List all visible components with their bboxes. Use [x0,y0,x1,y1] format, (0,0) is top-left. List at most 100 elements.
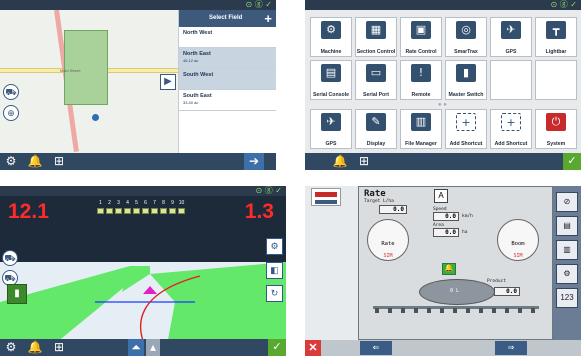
status-bar: ⊙ ⓖ ✓ [0,186,286,196]
master-switch-icon: ▮ [456,64,476,82]
tile-lightbar[interactable]: ┳ Lightbar [535,17,577,57]
rate-left-value: 12.1 [8,200,49,223]
alarm-bell-icon[interactable]: 🔔 [26,153,44,170]
camera-view-icon[interactable]: ◧ [266,262,283,279]
target-label: Target L/ha [364,199,394,204]
select-arrow-button[interactable]: ▶ [160,74,176,90]
status-icons: ⊙ ⓖ ✓ [255,186,283,195]
satellite-icon: ✈ [501,21,521,39]
tile-gps-shortcut[interactable]: ✈ GPS [310,109,352,149]
spray-tank: 0 L [419,279,495,305]
tile-display[interactable]: ✎ Display [355,109,397,149]
section-number: 4 [126,200,129,206]
product-label: Product [487,279,506,284]
numeric-entry-button[interactable]: 123 [556,288,578,308]
gauge-name: Rate [381,241,395,247]
sensor-fault-icon[interactable]: ⊘ [556,192,578,212]
guidance-sky [0,186,286,262]
prev-page-button[interactable]: ⇐ [360,341,392,355]
tile-rate-control[interactable]: ▣ Rate Control [400,17,442,57]
tile-smartrax[interactable]: ◎ SmarTrax [445,17,487,57]
field-item-south-east[interactable]: South East 33.40 ac [179,90,276,111]
vehicle-close-icon[interactable]: ⛟ [2,250,18,266]
section-box [160,208,167,214]
speed-value: 0.0 [433,212,459,221]
status-icons: ⊙ ⓖ ✓ [550,0,578,9]
boom-select-icon[interactable]: ▥ [556,240,578,260]
implement-icon[interactable]: ⊞ [50,153,68,170]
add-icon: + [501,113,521,131]
section-box [106,208,113,214]
section-8: 8 [159,200,168,216]
tile-label: Display [366,141,386,147]
field-list-header: Select Field + [179,10,276,27]
section-7: 7 [150,200,159,216]
collapse-icon[interactable]: ▴ [146,339,160,356]
field-map[interactable]: Main Street ⛟ ⊕ [0,10,178,153]
implement-icon[interactable]: ⊞ [355,153,373,170]
add-field-icon[interactable]: + [264,10,272,27]
next-arrow-button[interactable]: ➔ [244,153,264,170]
tile-empty [490,60,532,100]
page-indicator: ● ● [438,102,447,108]
confirm-check-button[interactable]: ✓ [268,339,286,356]
confirm-check-button[interactable]: ✓ [563,153,581,170]
location-pin-icon [92,114,99,121]
section-box [151,208,158,214]
auto-manual-icon[interactable]: A [434,189,448,203]
center-location-icon[interactable]: ⊕ [3,105,19,121]
section-box [115,208,122,214]
alarm-bell-icon[interactable]: 🔔 [331,153,349,170]
tile-remote-support[interactable]: ! Remote Support [400,60,442,116]
section-4: 4 [123,200,132,216]
tile-add-shortcut[interactable]: + Add Shortcut [445,109,487,149]
tile-file-manager[interactable]: ▥ File Manager [400,109,442,149]
tile-serial-port[interactable]: ▭ Serial Port [355,60,397,100]
next-page-button[interactable]: ⇒ [495,341,527,355]
tile-machine[interactable]: ⚙ Machine [310,17,352,57]
alarm-bell-icon[interactable]: 🔔 [26,339,44,356]
rotate-view-icon[interactable]: ↻ [266,285,283,302]
steer-up-icon[interactable]: ⏶ [128,339,144,356]
tank-value: 0 [450,288,454,294]
section-box [142,208,149,214]
nozzle-icon [401,308,405,313]
section-settings-icon[interactable]: ⚙ [266,238,283,255]
section-number: 1 [99,200,102,206]
implement-icon[interactable] [311,188,341,206]
alarm-bell-icon[interactable]: 🔔 [442,263,456,275]
product-select-icon[interactable]: ▤ [556,216,578,236]
implement-icon[interactable]: ⊞ [50,339,68,356]
settings-gear-icon[interactable]: ⚙ [2,153,20,170]
field-item-north-west[interactable]: North West [179,27,276,48]
tile-serial-console[interactable]: ▤ Serial Console [310,60,352,100]
section-number: 2 [108,200,111,206]
field-item-north-east[interactable]: North East 46.12 ac [179,48,276,69]
vehicle-marker-icon [143,286,157,294]
field-item-south-west[interactable]: South West [179,69,276,90]
settings-gear-icon[interactable]: ⚙ [556,264,578,284]
tile-master-switch[interactable]: ▮ Master Switch [445,60,487,100]
section-5: 5 [132,200,141,216]
implement-bar [315,192,337,197]
field-item-area: 33.40 ac [183,100,199,105]
close-icon[interactable]: ✕ [305,340,321,356]
section-number: 10 [178,200,185,206]
bottom-toolbar: 🔔 ⊞ ✓ [305,153,581,170]
tile-section-control[interactable]: ▦ Section Control [355,17,397,57]
serial-port-icon: ▭ [366,64,386,82]
vehicle-icon[interactable]: ⛟ [3,84,19,100]
target-value[interactable]: 0.0 [379,205,407,214]
tile-label: Lightbar [545,49,567,55]
tile-add-shortcut-2[interactable]: + Add Shortcut [490,109,532,149]
tile-system-shutdown[interactable]: ⏻ System Shutdown [535,109,577,165]
bottom-toolbar: ⚙ 🔔 ⊞ ⏶ ▴ ✓ [0,339,286,356]
section-number: 8 [162,200,165,206]
section-box [169,208,176,214]
tile-gps[interactable]: ✈ GPS [490,17,532,57]
master-switch-button[interactable]: ▮ [7,284,27,304]
area-value: 0.0 [433,228,459,237]
nozzle-icon [466,308,470,313]
section-box [97,208,104,214]
settings-gear-icon[interactable]: ⚙ [2,339,20,356]
